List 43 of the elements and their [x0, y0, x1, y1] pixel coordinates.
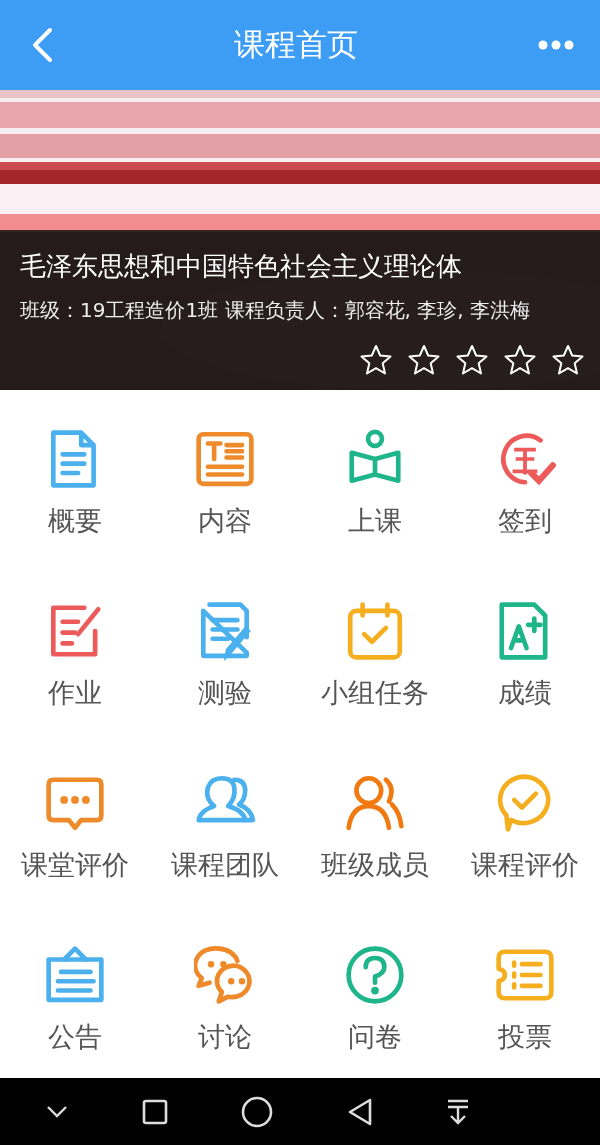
menu-item[interactable]: 作业 — [0, 600, 150, 772]
menu-label: 课程团队 — [171, 848, 279, 882]
menu-label: 课程评价 — [471, 848, 579, 882]
menu-label: 课堂评价 — [21, 848, 129, 882]
menu-item[interactable]: 课堂评价 — [0, 772, 150, 944]
chevron-down-icon[interactable] — [46, 1104, 68, 1119]
home-icon[interactable] — [241, 1095, 273, 1128]
menu-item[interactable]: 概要 — [0, 428, 150, 600]
menu-item[interactable]: 内容 — [150, 428, 300, 600]
recent-apps-icon[interactable] — [141, 1098, 168, 1125]
menu-label: 班级成员 — [321, 848, 429, 882]
pull-down-icon[interactable] — [446, 1097, 470, 1126]
menu-item[interactable]: 讨论 — [150, 944, 300, 1078]
menu-label: 投票 — [498, 1020, 552, 1054]
menu-label: 测验 — [198, 676, 252, 710]
menu-label: 成绩 — [498, 676, 552, 710]
menu-item[interactable]: 小组任务 — [300, 600, 450, 772]
rating-stars[interactable] — [360, 344, 584, 376]
menu-item[interactable]: 班级成员 — [300, 772, 450, 944]
menu-item[interactable]: 课程评价 — [450, 772, 600, 944]
page-title: 课程首页 — [234, 25, 358, 64]
menu-label: 作业 — [48, 676, 102, 710]
course-details: 班级：19工程造价1班 课程负责人：郭容花, 李珍, 李洪梅 — [20, 297, 531, 324]
menu-label: 小组任务 — [321, 676, 429, 710]
menu-item[interactable]: 问卷 — [300, 944, 450, 1078]
menu-label: 问卷 — [348, 1020, 402, 1054]
menu-item[interactable]: 签到 — [450, 428, 600, 600]
menu-label: 签到 — [498, 504, 552, 538]
more-icon[interactable] — [538, 40, 574, 50]
menu-label: 讨论 — [198, 1020, 252, 1054]
menu-label: 上课 — [348, 504, 402, 538]
menu-label: 概要 — [48, 504, 102, 538]
menu-item[interactable]: 成绩 — [450, 600, 600, 772]
menu-item[interactable]: 测验 — [150, 600, 300, 772]
question-circle-icon — [344, 944, 406, 1006]
menu-item[interactable]: 上课 — [300, 428, 450, 600]
menu-item[interactable]: 课程团队 — [150, 772, 300, 944]
menu-item[interactable]: 投票 — [450, 944, 600, 1078]
menu-label: 公告 — [48, 1020, 102, 1054]
menu-item[interactable]: 公告 — [0, 944, 150, 1078]
back-icon[interactable] — [346, 1097, 373, 1126]
menu-label: 内容 — [198, 504, 252, 538]
course-title: 毛泽东思想和中国特色社会主义理论体 — [20, 250, 463, 283]
